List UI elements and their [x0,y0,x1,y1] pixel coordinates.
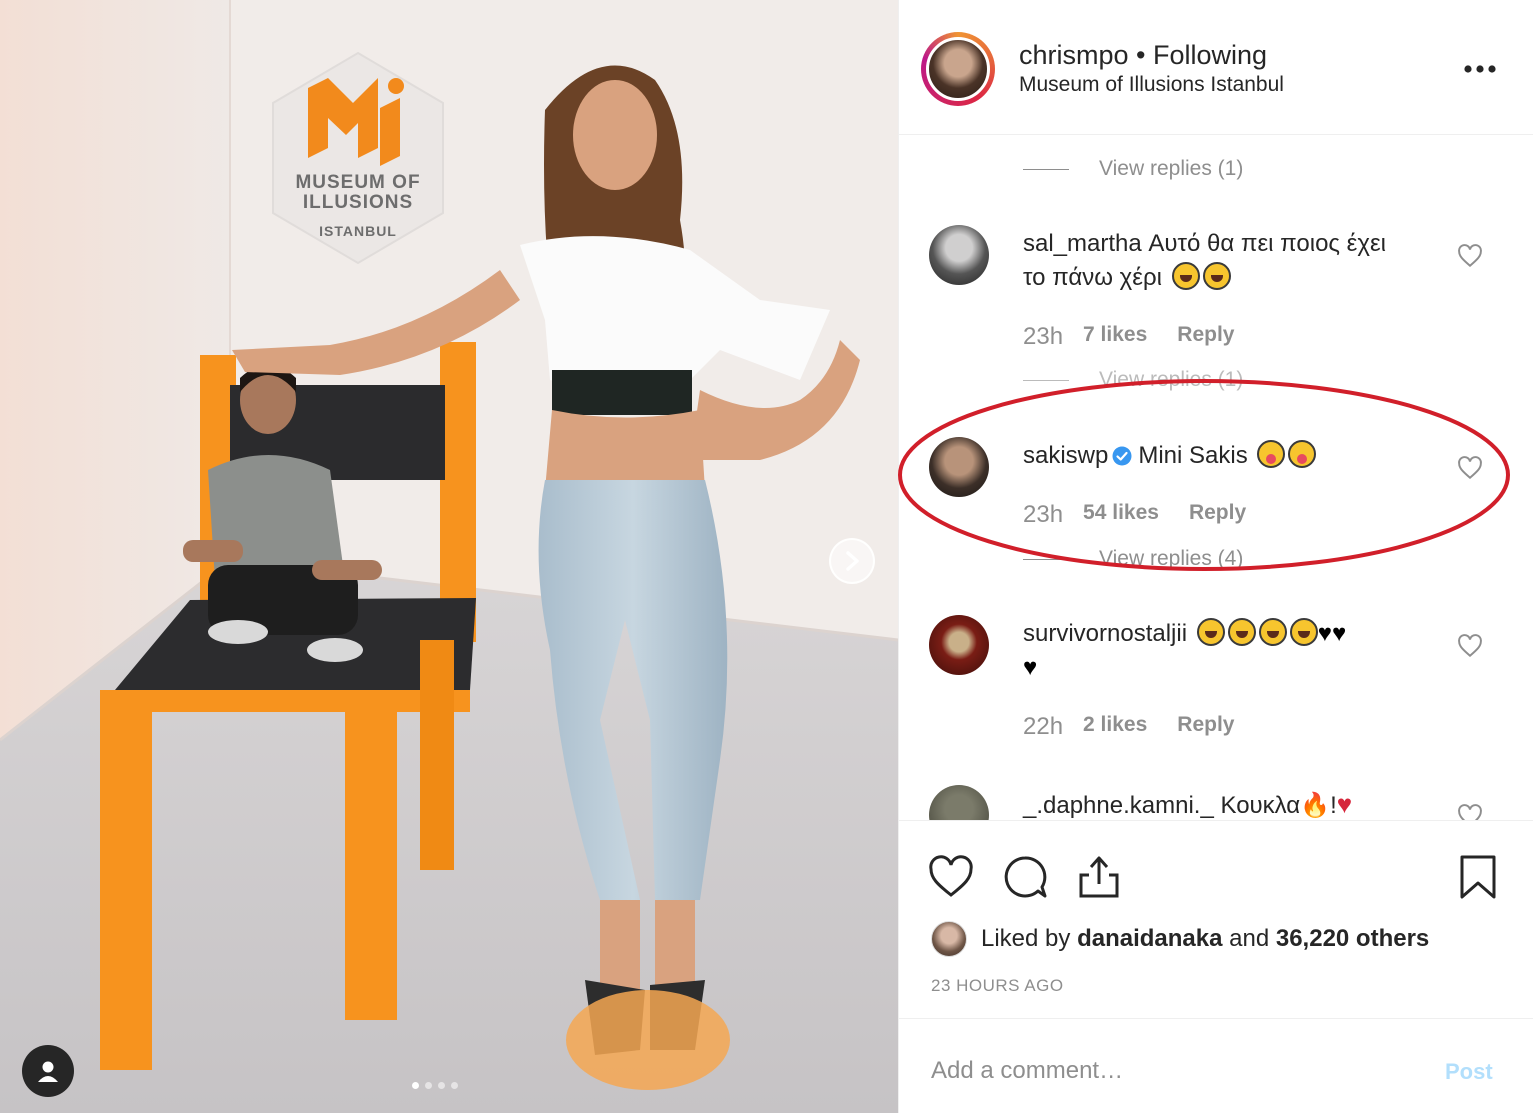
comment-time: 23h [1023,501,1064,528]
comment-avatar[interactable] [929,437,989,497]
logo-line-1: MUSEUM OF [295,172,421,193]
laughing-emoji-icon [1227,618,1256,646]
black-heart-emoji-icon: ♥ [1331,620,1347,647]
comment-like-heart-icon[interactable] [1457,455,1483,481]
comment-text: _.daphne.kamni._ Κουκλα🔥!♥ [1023,787,1443,820]
heart-icon[interactable] [927,853,975,901]
comment-icon[interactable] [1001,853,1049,901]
post-comment-button[interactable]: Post [1445,1059,1493,1085]
laughing-emoji-icon [1289,618,1318,646]
red-heart-emoji-icon: ♥ [1336,789,1353,819]
view-replies-label: View replies (1) [1099,368,1244,391]
comments-list[interactable]: View replies (1) sal_martha Αυτό θα πει … [899,135,1533,820]
logo-line-2: ILLUSIONS [302,192,414,213]
comment-text: survivornostaljii ♥♥ ♥ [1023,617,1443,685]
comment-like-heart-icon[interactable] [1457,633,1483,659]
comment-body: Αυτό θα πει ποιος έχει [1148,230,1386,257]
tongue-emoji-icon [1257,440,1286,468]
comment-likes[interactable]: 2 likes [1083,713,1147,741]
black-heart-emoji-icon: ♥ [1023,654,1038,681]
comment-text: sal_martha Αυτό θα πει ποιος έχει το πάν… [1023,227,1443,295]
bookmark-icon[interactable] [1454,853,1502,901]
comment-body: Κουκλα [1220,792,1301,819]
comment-reply-button[interactable]: Reply [1177,323,1234,351]
comment-meta: 23h 54 likes Reply [1023,501,1246,529]
comment-like-heart-icon[interactable] [1457,243,1483,269]
carousel-dot [412,1082,419,1089]
comment-reply-button[interactable]: Reply [1189,501,1246,529]
view-replies-button[interactable]: View replies (4) [1023,547,1243,571]
more-options-button[interactable] [1463,48,1497,82]
laughing-emoji-icon [1171,262,1200,290]
header-username-line: chrismpo • Following [1019,40,1267,71]
comment-time: 22h [1023,713,1064,740]
logo-line-3: ISTANBUL [319,223,397,239]
laughing-emoji-icon [1258,618,1287,646]
view-replies-label: View replies (4) [1099,547,1244,570]
more-icon [1464,65,1496,73]
post-actions: Liked by danaidanaka and 36,220 others 2… [899,820,1533,1010]
laughing-emoji-icon [1202,262,1231,290]
follow-status-button[interactable]: Following [1153,40,1267,70]
liked-by-mid: and [1229,925,1270,952]
tagged-users-button[interactable] [22,1045,74,1097]
comment-meta: 23h 7 likes Reply [1023,323,1234,351]
liked-by-user[interactable]: danaidanaka [1077,925,1222,953]
comment-likes[interactable]: 7 likes [1083,323,1147,351]
comment-username[interactable]: sal_martha [1023,230,1142,257]
comment-time: 23h [1023,323,1064,350]
tongue-emoji-icon [1288,440,1317,468]
user-tag-icon [38,1061,58,1082]
comment-reply-button[interactable]: Reply [1177,713,1234,741]
view-replies-line [1023,379,1069,381]
verified-badge-icon [1112,446,1132,466]
header-separator: • [1128,40,1153,70]
chevron-right-icon [846,551,859,571]
comment-username[interactable]: sakiswp [1023,442,1108,469]
view-replies-label: View replies (1) [1099,157,1244,180]
location-link[interactable]: Museum of Illusions Istanbul [1019,73,1284,97]
carousel-dot [425,1082,432,1089]
laughing-emoji-icon [1196,618,1225,646]
comment-username[interactable]: _.daphne.kamni._ [1023,792,1214,819]
next-photo-button[interactable] [829,538,875,584]
post-side-panel: chrismpo • Following Museum of Illusions… [898,0,1533,1113]
comment-avatar[interactable] [929,785,989,820]
header-username[interactable]: chrismpo [1019,40,1129,70]
comment-avatar[interactable] [929,225,989,285]
comment-likes[interactable]: 54 likes [1083,501,1159,529]
fire-emoji-icon: 🔥 [1300,792,1331,819]
carousel-dots [412,1082,458,1089]
liked-by-prefix: Liked by [981,925,1071,952]
liker-avatar[interactable] [931,921,967,957]
avatar[interactable] [926,37,990,101]
view-replies-line [1023,168,1069,170]
liked-by-others[interactable]: 36,220 others [1276,925,1429,953]
comment-text: sakiswp Mini Sakis [1023,439,1443,473]
comment-avatar[interactable] [929,615,989,675]
view-replies-line [1023,558,1069,560]
comment-body: Mini Sakis [1138,442,1248,469]
comment-input[interactable]: Add a comment… [931,1057,1123,1085]
comment-body-punct: ! [1330,792,1337,819]
post-timestamp[interactable]: 23 HOURS AGO [931,976,1064,996]
add-comment-bar: Add a comment… Post [899,1018,1533,1113]
share-icon[interactable] [1075,853,1123,901]
photo-scene [0,0,898,1113]
instagram-post-window: MUSEUM OF ILLUSIONS ISTANBUL chrismpo • … [0,0,1533,1113]
black-heart-emoji-icon: ♥ [1317,620,1332,647]
carousel-dot [451,1082,458,1089]
comment-username[interactable]: survivornostaljii [1023,620,1187,647]
view-replies-button[interactable]: View replies (1) [1023,368,1243,392]
comment-body-line2: το πάνω χέρι [1023,264,1162,291]
carousel-dot [438,1082,445,1089]
view-replies-button[interactable]: View replies (1) [1023,157,1243,181]
comment-meta: 22h 2 likes Reply [1023,713,1234,741]
post-photo[interactable]: MUSEUM OF ILLUSIONS ISTANBUL [0,0,898,1113]
post-header: chrismpo • Following Museum of Illusions… [899,0,1533,135]
comment-like-heart-icon[interactable] [1457,803,1483,820]
liked-by: Liked by danaidanaka and 36,220 others [931,921,1429,957]
